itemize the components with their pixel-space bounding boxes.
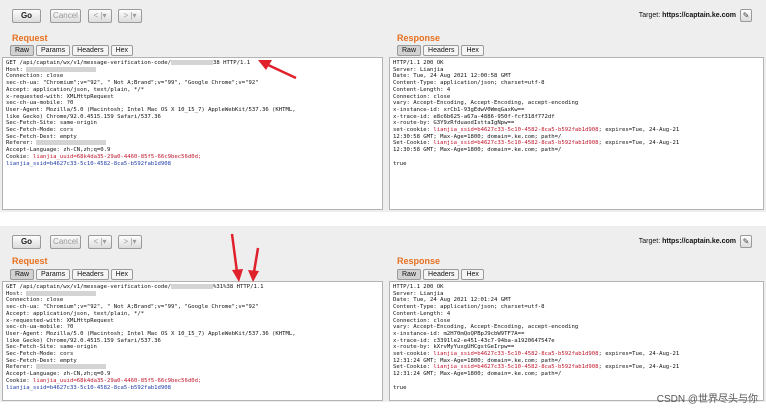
red-arrow-icon — [258, 60, 297, 80]
burp-repeater-screenshot-1: Go Cancel < |▾ > |▾ Target: https://capt… — [0, 0, 766, 212]
burp-repeater-screenshot-2: Go Cancel < |▾ > |▾ Target: https://capt… — [0, 226, 766, 402]
csdn-watermark: CSDN @世界尽头与你 — [656, 394, 758, 405]
red-arrows-icon — [230, 233, 260, 282]
